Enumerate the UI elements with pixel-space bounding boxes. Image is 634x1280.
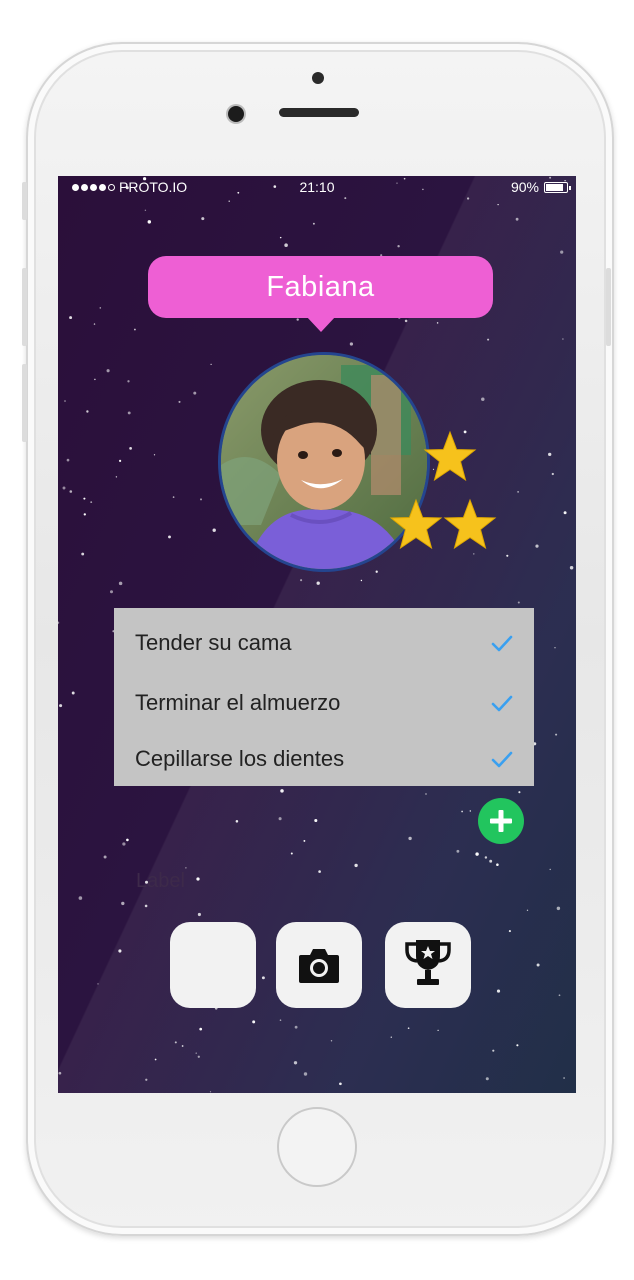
checkmark-icon[interactable]	[490, 750, 514, 770]
volume-down-button	[22, 364, 27, 442]
app-screen: PROTO.IO 21:10 90% Fabiana Tender su cam…	[58, 176, 576, 1093]
task-label: Tender su cama	[135, 630, 292, 655]
clock: 21:10	[299, 179, 335, 195]
status-bar: PROTO.IO 21:10 90%	[58, 176, 576, 200]
reward-star-icon	[423, 430, 477, 482]
list-item[interactable]: Cepillarse los dientes	[114, 730, 534, 786]
child-name-bubble: Fabiana	[148, 256, 493, 318]
add-task-button[interactable]	[478, 798, 524, 844]
volume-up-button	[22, 268, 27, 346]
list-item[interactable]: Terminar el almuerzo	[114, 674, 534, 730]
plus-icon	[490, 810, 512, 832]
battery-icon	[544, 181, 571, 193]
camera-button[interactable]	[276, 922, 362, 1008]
reward-star-icon	[443, 498, 497, 550]
bubble-tail	[306, 316, 336, 332]
reward-star-icon	[389, 498, 443, 550]
placeholder-label: Label	[136, 870, 185, 892]
power-button	[606, 268, 611, 346]
earpiece-speaker	[279, 108, 359, 117]
camera-icon	[299, 949, 339, 983]
home-button[interactable]	[277, 1107, 357, 1187]
trophy-button[interactable]	[385, 922, 471, 1008]
trophy-icon	[405, 940, 451, 985]
battery-percent: 90%	[510, 179, 539, 195]
proximity-sensor	[312, 72, 324, 84]
list-item[interactable]: Tender su cama	[114, 614, 534, 670]
task-list: Tender su cama Terminar el almuerzo Cepi…	[114, 608, 534, 786]
checkmark-icon[interactable]	[490, 694, 514, 714]
task-label: Cepillarse los dientes	[135, 746, 345, 771]
battery-group: 90%	[510, 179, 571, 195]
task-label: Terminar el almuerzo	[135, 690, 341, 715]
front-camera	[228, 106, 244, 122]
blank-button[interactable]	[170, 922, 256, 1008]
mute-switch	[22, 182, 27, 220]
checkmark-icon[interactable]	[490, 634, 514, 654]
